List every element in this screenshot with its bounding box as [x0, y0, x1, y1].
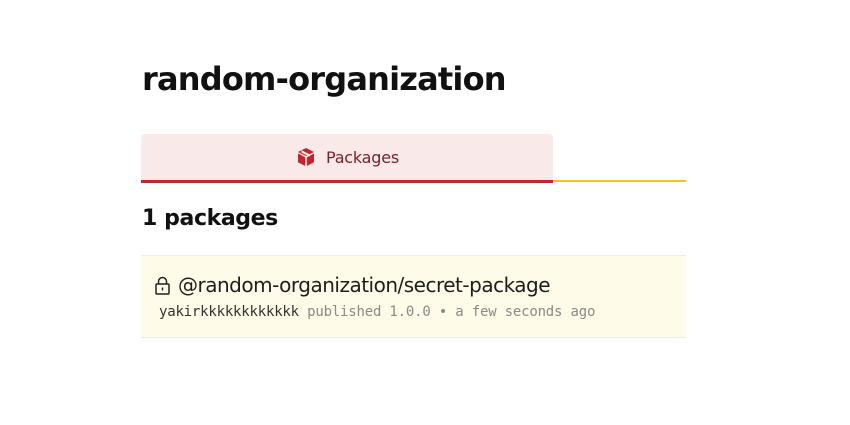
package-name-link[interactable]: @random-organization/secret-package	[178, 273, 551, 297]
org-page: random-organization Packages 1 packages	[0, 0, 850, 425]
org-title: random-organization	[142, 60, 507, 98]
org-tabs: Packages	[141, 134, 686, 183]
published-label: published	[307, 304, 382, 320]
published-time: a few seconds ago	[455, 304, 596, 320]
tab-packages-label: Packages	[325, 147, 400, 167]
package-meta: yakirkkkkkkkkkkkk published 1.0.0 • a fe…	[159, 304, 595, 320]
package-version: 1.0.0	[389, 304, 431, 320]
packages-count-heading: 1 packages	[142, 206, 278, 231]
package-title-line: @random-organization/secret-package	[154, 273, 551, 297]
publisher-link[interactable]: yakirkkkkkkkkkkkk	[159, 304, 299, 320]
tab-packages[interactable]: Packages	[141, 134, 553, 183]
package-list-item: @random-organization/secret-package yaki…	[141, 255, 686, 338]
lock-icon	[154, 276, 171, 295]
package-icon	[295, 146, 317, 168]
meta-separator: •	[438, 304, 448, 320]
published-info: published 1.0.0 • a few seconds ago	[307, 304, 595, 320]
package-list: @random-organization/secret-package yaki…	[141, 255, 686, 338]
